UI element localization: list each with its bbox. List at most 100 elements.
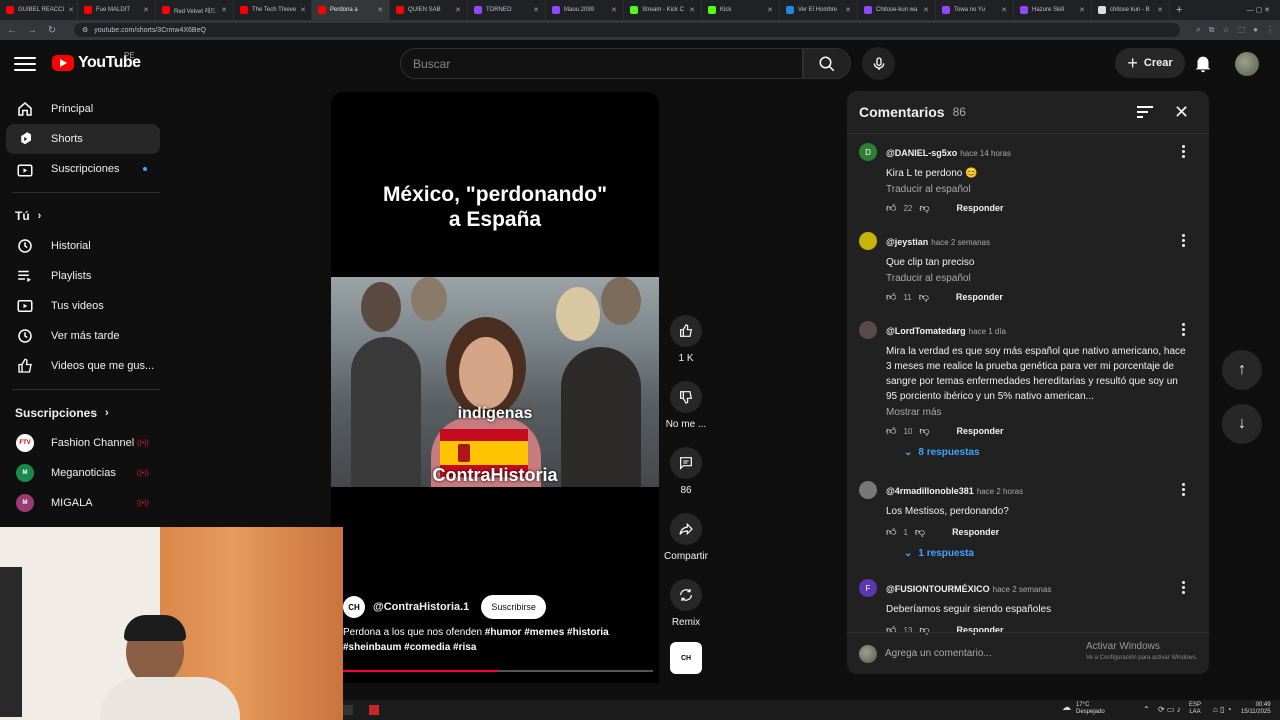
address-bar[interactable]: ⚙ youtube.com/shorts/3Crmw4X6BeQ	[74, 23, 1181, 37]
commenter-avatar[interactable]: D	[859, 143, 877, 161]
search-button[interactable]	[803, 48, 851, 79]
browser-tab[interactable]: Chitose-kun wa ✕	[858, 0, 936, 20]
sidebar-item-suscripciones[interactable]: Suscripciones	[6, 154, 160, 184]
create-button[interactable]: + Crear	[1115, 48, 1185, 78]
comment-more-icon[interactable]	[1177, 232, 1189, 248]
browser-tab[interactable]: Red Velvet 레드 ✕	[156, 0, 234, 20]
comment-time[interactable]: hace 2 semanas	[931, 238, 990, 247]
sidebar-item-shorts[interactable]: Shorts	[6, 124, 160, 154]
extensions-icon[interactable]: ⬚	[1238, 25, 1246, 35]
comment-more-icon[interactable]	[1177, 321, 1189, 337]
sort-icon[interactable]	[1137, 105, 1153, 124]
browser-tab[interactable]: TORNEO ✕	[468, 0, 546, 20]
previous-short-button[interactable]: ↑	[1222, 350, 1262, 390]
sidebar-channel[interactable]: M MIGALA ((•))	[6, 488, 160, 518]
reply-button[interactable]: Responder	[957, 426, 1004, 436]
close-tab-icon[interactable]: ✕	[1001, 6, 1007, 14]
weather-icon[interactable]: ☁	[1062, 702, 1071, 713]
notifications-bell-icon[interactable]	[1192, 52, 1214, 74]
chevron-up-icon[interactable]: ⌃	[1143, 705, 1150, 714]
comment-more-icon[interactable]	[1177, 481, 1189, 497]
translate-link[interactable]: Traducir al español	[886, 184, 1191, 195]
comment-like-icon[interactable]: 👍︎	[886, 202, 896, 214]
close-tab-icon[interactable]: ✕	[767, 6, 773, 14]
comment-time[interactable]: hace 2 horas	[977, 487, 1023, 496]
share-button[interactable]: Compartir	[662, 513, 710, 562]
sidebar-item-ver-mas-tarde[interactable]: Ver más tarde	[6, 321, 160, 351]
subscriptions-section-heading[interactable]: Suscripciones ›	[0, 398, 172, 428]
close-tab-icon[interactable]: ✕	[923, 6, 929, 14]
close-tab-icon[interactable]: ✕	[845, 6, 851, 14]
comment-author[interactable]: @jeystian	[886, 237, 928, 247]
user-avatar[interactable]	[1235, 52, 1259, 76]
comment-author[interactable]: @LordTomatedarg	[886, 326, 966, 336]
close-tab-icon[interactable]: ✕	[143, 6, 149, 14]
commenter-avatar[interactable]	[859, 232, 877, 250]
close-icon[interactable]: ✕	[1174, 103, 1189, 121]
reply-button[interactable]: Responder	[952, 527, 999, 537]
browser-tab[interactable]: Stream - Kick C ✕	[624, 0, 702, 20]
commenter-avatar[interactable]	[859, 481, 877, 499]
language-indicator[interactable]: ESP LAA	[1189, 702, 1201, 716]
close-tab-icon[interactable]: ✕	[455, 6, 461, 14]
close-tab-icon[interactable]: ✕	[68, 6, 74, 14]
comment-dislike-icon[interactable]: 👎︎	[919, 425, 929, 437]
share-page-icon[interactable]: ⧉	[1209, 25, 1215, 35]
bookmark-icon[interactable]: ☆	[1222, 25, 1229, 35]
browser-tab[interactable]: Towa no Yu ✕	[936, 0, 1014, 20]
browser-tab[interactable]: Maou 2099 ✕	[546, 0, 624, 20]
comment-author[interactable]: @4rmadillonoble381	[886, 486, 974, 496]
browser-tab[interactable]: Fue MALDIT ✕	[78, 0, 156, 20]
youtube-logo[interactable]: YouTube PE	[52, 51, 141, 72]
close-tab-icon[interactable]: ✕	[1079, 6, 1085, 14]
profile-icon[interactable]: ●	[1253, 25, 1258, 35]
sidebar-item-principal[interactable]: Principal	[6, 94, 160, 124]
comment-time[interactable]: hace 2 semanas	[993, 585, 1052, 594]
remix-button[interactable]: Remix	[662, 579, 710, 628]
network-volume-icons[interactable]: ⌂ ▯ ◔	[1213, 705, 1232, 714]
zoom-icon[interactable]: ⌕	[1196, 25, 1200, 35]
voice-search-button[interactable]	[862, 47, 895, 80]
comment-time[interactable]: hace 14 horas	[960, 149, 1011, 158]
browser-tab[interactable]: Ver El Hombre ✕	[780, 0, 858, 20]
sidebar-item-playlists[interactable]: Playlists	[6, 261, 160, 291]
comment-time[interactable]: hace 1 día	[969, 327, 1006, 336]
comment-more-icon[interactable]	[1177, 143, 1189, 159]
sidebar-channel[interactable]: FTV Fashion Channel ((•))	[6, 428, 160, 458]
back-icon[interactable]: ←	[6, 25, 18, 36]
window-controls[interactable]: — ▢ ✕	[1247, 6, 1270, 14]
browser-tab[interactable]: QUIEN SAB ✕	[390, 0, 468, 20]
translate-link[interactable]: Traducir al español	[886, 273, 1191, 284]
close-tab-icon[interactable]: ✕	[221, 6, 227, 14]
browser-menu-icon[interactable]: ⋮	[1266, 25, 1274, 35]
sidebar-channel[interactable]: M Meganoticias ((•))	[6, 458, 160, 488]
browser-tab[interactable]: GUIBEL REACCI ✕	[0, 0, 78, 20]
add-comment-field[interactable]: Agrega un comentario...	[847, 632, 1209, 674]
reply-button[interactable]: Responder	[956, 292, 1003, 302]
browser-tab[interactable]: Kick ✕	[702, 0, 780, 20]
close-tab-icon[interactable]: ✕	[300, 6, 306, 14]
next-short-button[interactable]: ↓	[1222, 404, 1262, 444]
comment-author[interactable]: @DANIEL-sg5xo	[886, 148, 957, 158]
comment-like-icon[interactable]: 👍︎	[886, 291, 896, 303]
search-input[interactable]: Buscar	[400, 48, 803, 79]
comment-like-icon[interactable]: 👍︎	[886, 425, 896, 437]
close-tab-icon[interactable]: ✕	[533, 6, 539, 14]
browser-tab[interactable]: The Tech Thieve ✕	[234, 0, 312, 20]
you-section-heading[interactable]: Tú ›	[0, 201, 172, 231]
comment-dislike-icon[interactable]: 👎︎	[919, 202, 929, 214]
site-info-icon[interactable]: ⚙	[82, 26, 88, 34]
reply-button[interactable]: Responder	[957, 203, 1004, 213]
tray-icons[interactable]: ⟳ ▭ ♪	[1158, 705, 1181, 714]
like-button[interactable]: 1 K	[662, 315, 710, 364]
sound-thumbnail[interactable]: CH	[670, 642, 702, 674]
show-more-link[interactable]: Mostrar más	[886, 407, 1191, 418]
close-tab-icon[interactable]: ✕	[611, 6, 617, 14]
hamburger-menu-icon[interactable]	[14, 53, 36, 75]
browser-tab[interactable]: Perdona a ✕	[312, 0, 390, 20]
comment-dislike-icon[interactable]: 👎︎	[915, 526, 925, 538]
browser-tab[interactable]: chitose kun - B ✕	[1092, 0, 1170, 20]
clock[interactable]: 00:49 15/11/2025	[1241, 702, 1271, 716]
forward-icon[interactable]: →	[26, 25, 38, 36]
comment-dislike-icon[interactable]: 👎︎	[919, 291, 929, 303]
